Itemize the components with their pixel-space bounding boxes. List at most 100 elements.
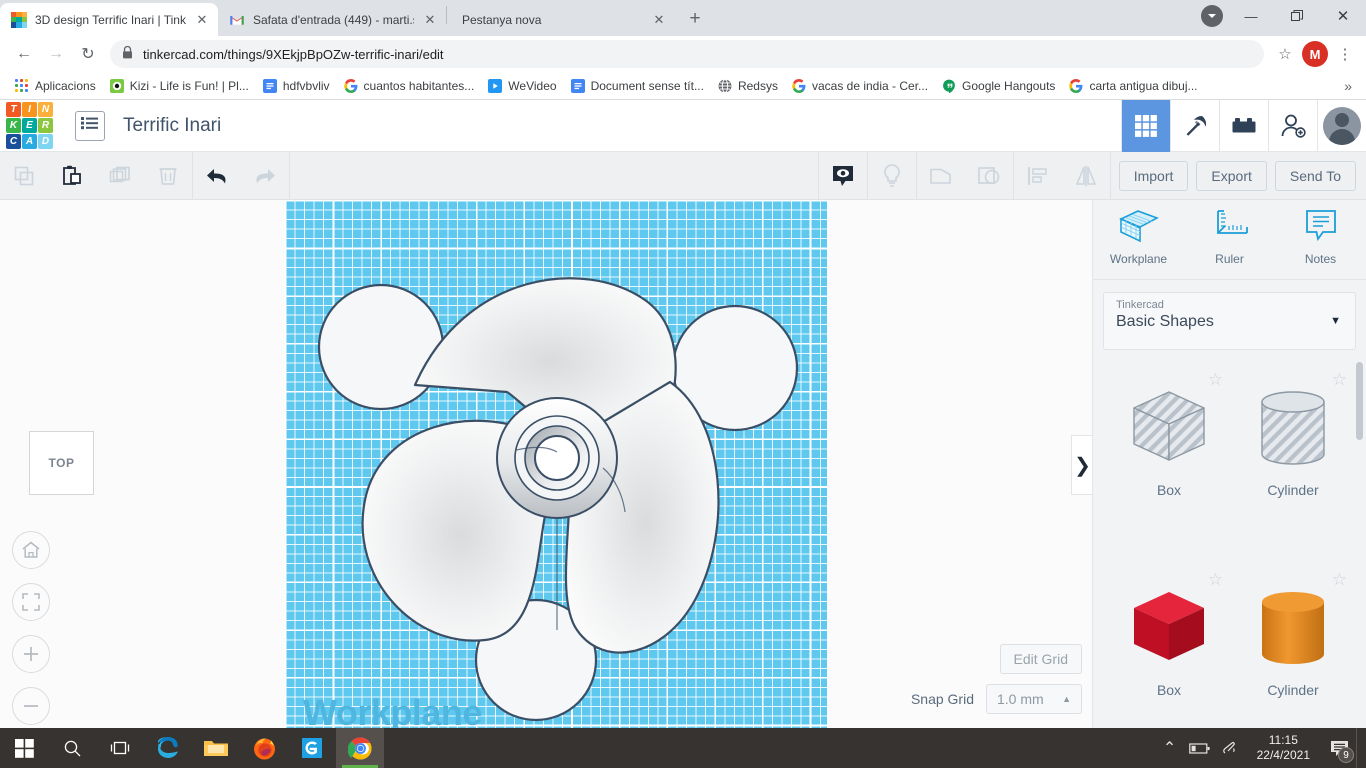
ruler-tool[interactable]: Ruler bbox=[1188, 208, 1272, 266]
fit-to-view-icon[interactable] bbox=[12, 583, 50, 621]
bookmark-item-vacas-de-india[interactable]: vacas de india - Cer... bbox=[785, 76, 935, 96]
zoom-in-icon[interactable] bbox=[12, 635, 50, 673]
workplane-grid[interactable]: Workplane bbox=[285, 200, 827, 728]
library-name: Basic Shapes bbox=[1116, 313, 1214, 330]
group-icon[interactable] bbox=[917, 152, 965, 200]
favorite-star-icon[interactable]: ☆ bbox=[1208, 570, 1223, 590]
bookmark-item-wevideo[interactable]: WeVideo bbox=[481, 76, 563, 96]
file-explorer-button[interactable] bbox=[192, 728, 240, 768]
profile-chip-button[interactable] bbox=[1196, 0, 1228, 32]
delete-icon[interactable] bbox=[144, 152, 192, 200]
propeller-model[interactable] bbox=[285, 200, 827, 728]
start-button[interactable] bbox=[0, 728, 48, 768]
shapes-scrollbar-thumb[interactable] bbox=[1356, 362, 1363, 440]
notes-tool[interactable]: Notes bbox=[1279, 208, 1363, 266]
design-canvas[interactable]: Workplane TOP Edit Grid Snap Grid 1.0 mm… bbox=[0, 200, 1092, 728]
browser-toolbar: ← → ↻ tinkercad.com/things/9XEkjpBpOZw-t… bbox=[0, 36, 1366, 72]
align-icon[interactable] bbox=[1014, 152, 1062, 200]
tab-close-icon[interactable]: ✕ bbox=[194, 12, 210, 28]
home-view-icon[interactable] bbox=[12, 531, 50, 569]
ungroup-icon[interactable] bbox=[965, 152, 1013, 200]
favorite-star-icon[interactable]: ☆ bbox=[1208, 370, 1223, 390]
toolbar-divider bbox=[1109, 151, 1111, 200]
clock-time: 11:15 bbox=[1268, 733, 1298, 747]
favorite-star-icon[interactable]: ☆ bbox=[1332, 570, 1347, 590]
lock-icon bbox=[122, 45, 133, 62]
tab-close-icon[interactable]: ✕ bbox=[422, 12, 438, 28]
tinkercad-logo[interactable]: T I N K E R C A D bbox=[6, 102, 53, 149]
bookmarks-overflow-button[interactable]: » bbox=[1344, 78, 1358, 94]
bookmark-item-hdfvbvliv[interactable]: hdfvbvliv bbox=[256, 76, 337, 96]
zoom-out-icon[interactable] bbox=[12, 687, 50, 725]
bookmark-item-document[interactable]: Document sense tít... bbox=[564, 76, 711, 96]
export-button[interactable]: Export bbox=[1196, 160, 1267, 191]
tab-close-icon[interactable]: ✕ bbox=[651, 12, 667, 28]
shape-item-box-red[interactable]: ☆ Box bbox=[1107, 566, 1231, 728]
page-title[interactable]: Terrific Inari bbox=[123, 115, 221, 137]
browser-tab-1[interactable]: Safata d'entrada (449) - marti.sub ✕ bbox=[218, 3, 446, 36]
bookmark-item-redsys[interactable]: Redsys bbox=[711, 76, 785, 96]
browser-menu-button[interactable]: ⋮ bbox=[1332, 40, 1358, 68]
undo-icon[interactable] bbox=[193, 152, 241, 200]
browser-tab-2[interactable]: Pestanya nova ✕ bbox=[447, 3, 675, 36]
import-button[interactable]: Import bbox=[1118, 160, 1189, 191]
grid-3d-view-icon[interactable] bbox=[1121, 99, 1170, 152]
notifications-button[interactable]: 9 bbox=[1322, 728, 1356, 768]
edge-button[interactable] bbox=[144, 728, 192, 768]
project-list-button[interactable] bbox=[75, 110, 105, 141]
redo-icon[interactable] bbox=[241, 152, 289, 200]
shape-item-box-hole[interactable]: ☆ Box bbox=[1107, 366, 1231, 566]
search-button[interactable] bbox=[48, 728, 96, 768]
mirror-icon[interactable] bbox=[1062, 152, 1110, 200]
favorite-star-icon[interactable]: ☆ bbox=[1332, 370, 1347, 390]
logo-letter: A bbox=[22, 134, 37, 149]
bookmark-item-cuantos-habitantes[interactable]: cuantos habitantes... bbox=[337, 76, 482, 96]
bookmark-item-apps[interactable]: Aplicacions bbox=[8, 76, 103, 96]
firefox-button[interactable] bbox=[240, 728, 288, 768]
shape-library-select[interactable]: Tinkercad Basic Shapes ▼ bbox=[1103, 292, 1356, 350]
bookmark-item-carta-antigua[interactable]: carta antigua dibuj... bbox=[1062, 76, 1204, 96]
new-tab-button[interactable]: + bbox=[681, 5, 709, 33]
clock[interactable]: 11:15 22/4/2021 bbox=[1245, 728, 1322, 768]
minecraft-pickaxe-icon[interactable] bbox=[1170, 99, 1219, 152]
invite-people-icon[interactable] bbox=[1268, 99, 1317, 152]
pen-icon[interactable] bbox=[1215, 728, 1245, 768]
view-cube[interactable]: TOP bbox=[29, 431, 94, 495]
shapes-gallery[interactable]: ☆ Box ☆ Cylinder ☆ Box ☆ Cylinder bbox=[1093, 358, 1366, 728]
avatar[interactable] bbox=[1317, 99, 1366, 152]
forward-button[interactable]: → bbox=[40, 38, 72, 70]
window-maximize-button[interactable] bbox=[1274, 0, 1320, 32]
shape-item-cylinder-hole[interactable]: ☆ Cylinder bbox=[1231, 366, 1355, 566]
docs-icon bbox=[262, 78, 277, 93]
bookmark-star-icon[interactable]: ☆ bbox=[1272, 41, 1298, 67]
duplicate-icon[interactable] bbox=[96, 152, 144, 200]
shape-item-cylinder-orange[interactable]: ☆ Cylinder bbox=[1231, 566, 1355, 728]
lightbulb-icon[interactable] bbox=[868, 152, 916, 200]
snap-grid-select[interactable]: 1.0 mm ▲ bbox=[986, 684, 1082, 714]
logo-letter: C bbox=[6, 134, 21, 149]
paste-icon[interactable] bbox=[48, 152, 96, 200]
lego-brick-icon[interactable] bbox=[1219, 99, 1268, 152]
address-bar[interactable]: tinkercad.com/things/9XEkjpBpOZw-terrifi… bbox=[110, 40, 1264, 68]
panel-collapse-button[interactable]: ❯ bbox=[1071, 435, 1093, 495]
task-view-button[interactable] bbox=[96, 728, 144, 768]
app-c-button[interactable] bbox=[288, 728, 336, 768]
tray-overflow-icon[interactable]: ⌃ bbox=[1155, 728, 1185, 768]
workplane-tool[interactable]: Workplane bbox=[1097, 208, 1181, 266]
window-minimize-button[interactable]: — bbox=[1228, 0, 1274, 32]
profile-avatar[interactable]: M bbox=[1302, 41, 1328, 67]
battery-icon[interactable] bbox=[1185, 728, 1215, 768]
show-hide-eye-icon[interactable] bbox=[819, 152, 867, 200]
browser-tab-0[interactable]: 3D design Terrific Inari | Tinkercad ✕ bbox=[0, 3, 218, 36]
edit-grid-button[interactable]: Edit Grid bbox=[999, 644, 1082, 674]
shapes-scrollbar-track[interactable] bbox=[1356, 360, 1363, 720]
reload-button[interactable]: ↻ bbox=[72, 38, 104, 70]
bookmark-item-google-hangouts[interactable]: Google Hangouts bbox=[935, 76, 1062, 96]
copy-icon[interactable] bbox=[0, 152, 48, 200]
show-desktop-button[interactable] bbox=[1356, 728, 1362, 768]
back-button[interactable]: ← bbox=[8, 38, 40, 70]
chrome-button[interactable] bbox=[336, 728, 384, 768]
bookmark-item-kizi[interactable]: Kizi - Life is Fun! | Pl... bbox=[103, 76, 256, 96]
send-to-button[interactable]: Send To bbox=[1274, 160, 1356, 191]
window-close-button[interactable]: ✕ bbox=[1320, 0, 1366, 32]
